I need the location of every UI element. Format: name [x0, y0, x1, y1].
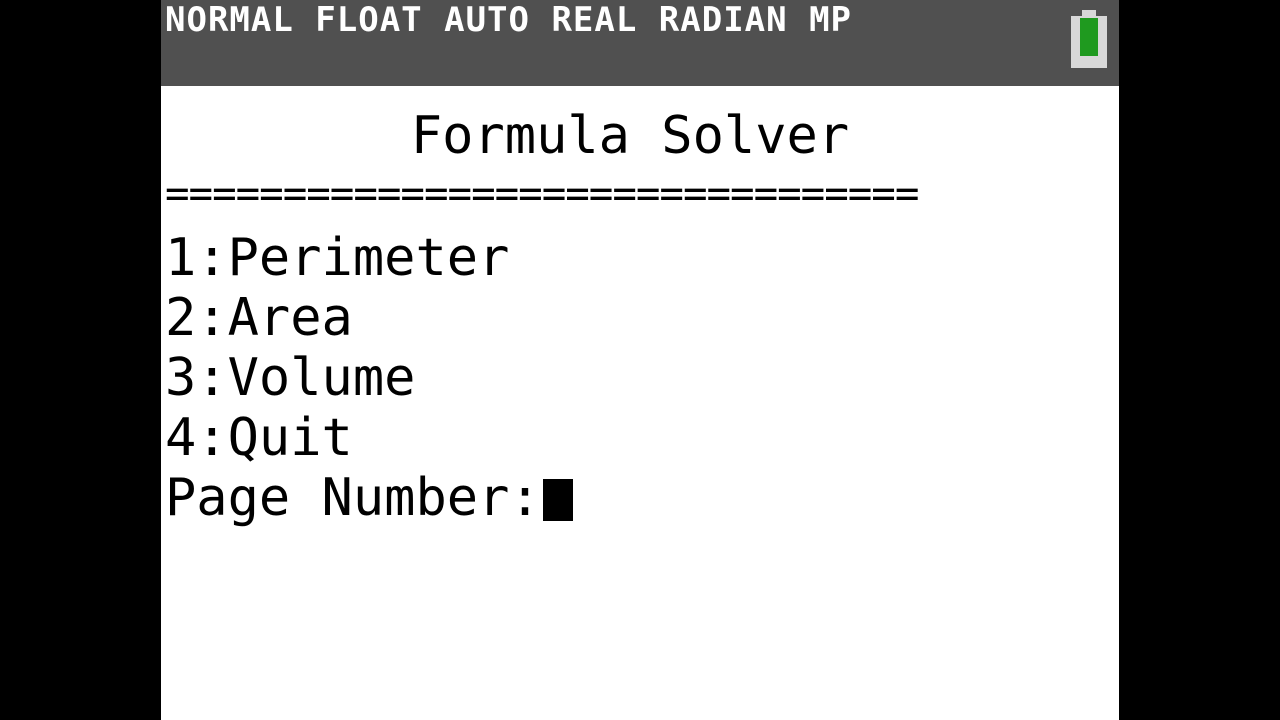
battery-icon	[1071, 10, 1107, 68]
program-title: Formula Solver	[410, 106, 850, 166]
menu-item-quit[interactable]: 4:Quit	[165, 408, 353, 468]
menu-item-perimeter[interactable]: 1:Perimeter	[165, 228, 509, 288]
title-separator: ================================	[165, 171, 919, 217]
mode-indicators: NORMAL FLOAT AUTO REAL RADIAN MP	[165, 0, 853, 40]
prompt-label: Page Number:	[165, 468, 541, 528]
input-cursor[interactable]	[542, 479, 573, 521]
page-number-prompt[interactable]: Page Number:	[165, 468, 573, 528]
calculator-screen: NORMAL FLOAT AUTO REAL RADIAN MP Formula…	[161, 0, 1119, 720]
status-bar: NORMAL FLOAT AUTO REAL RADIAN MP	[161, 0, 1119, 86]
menu-item-area[interactable]: 2:Area	[165, 288, 353, 348]
battery-level	[1080, 18, 1098, 56]
menu-item-volume[interactable]: 3:Volume	[165, 348, 415, 408]
